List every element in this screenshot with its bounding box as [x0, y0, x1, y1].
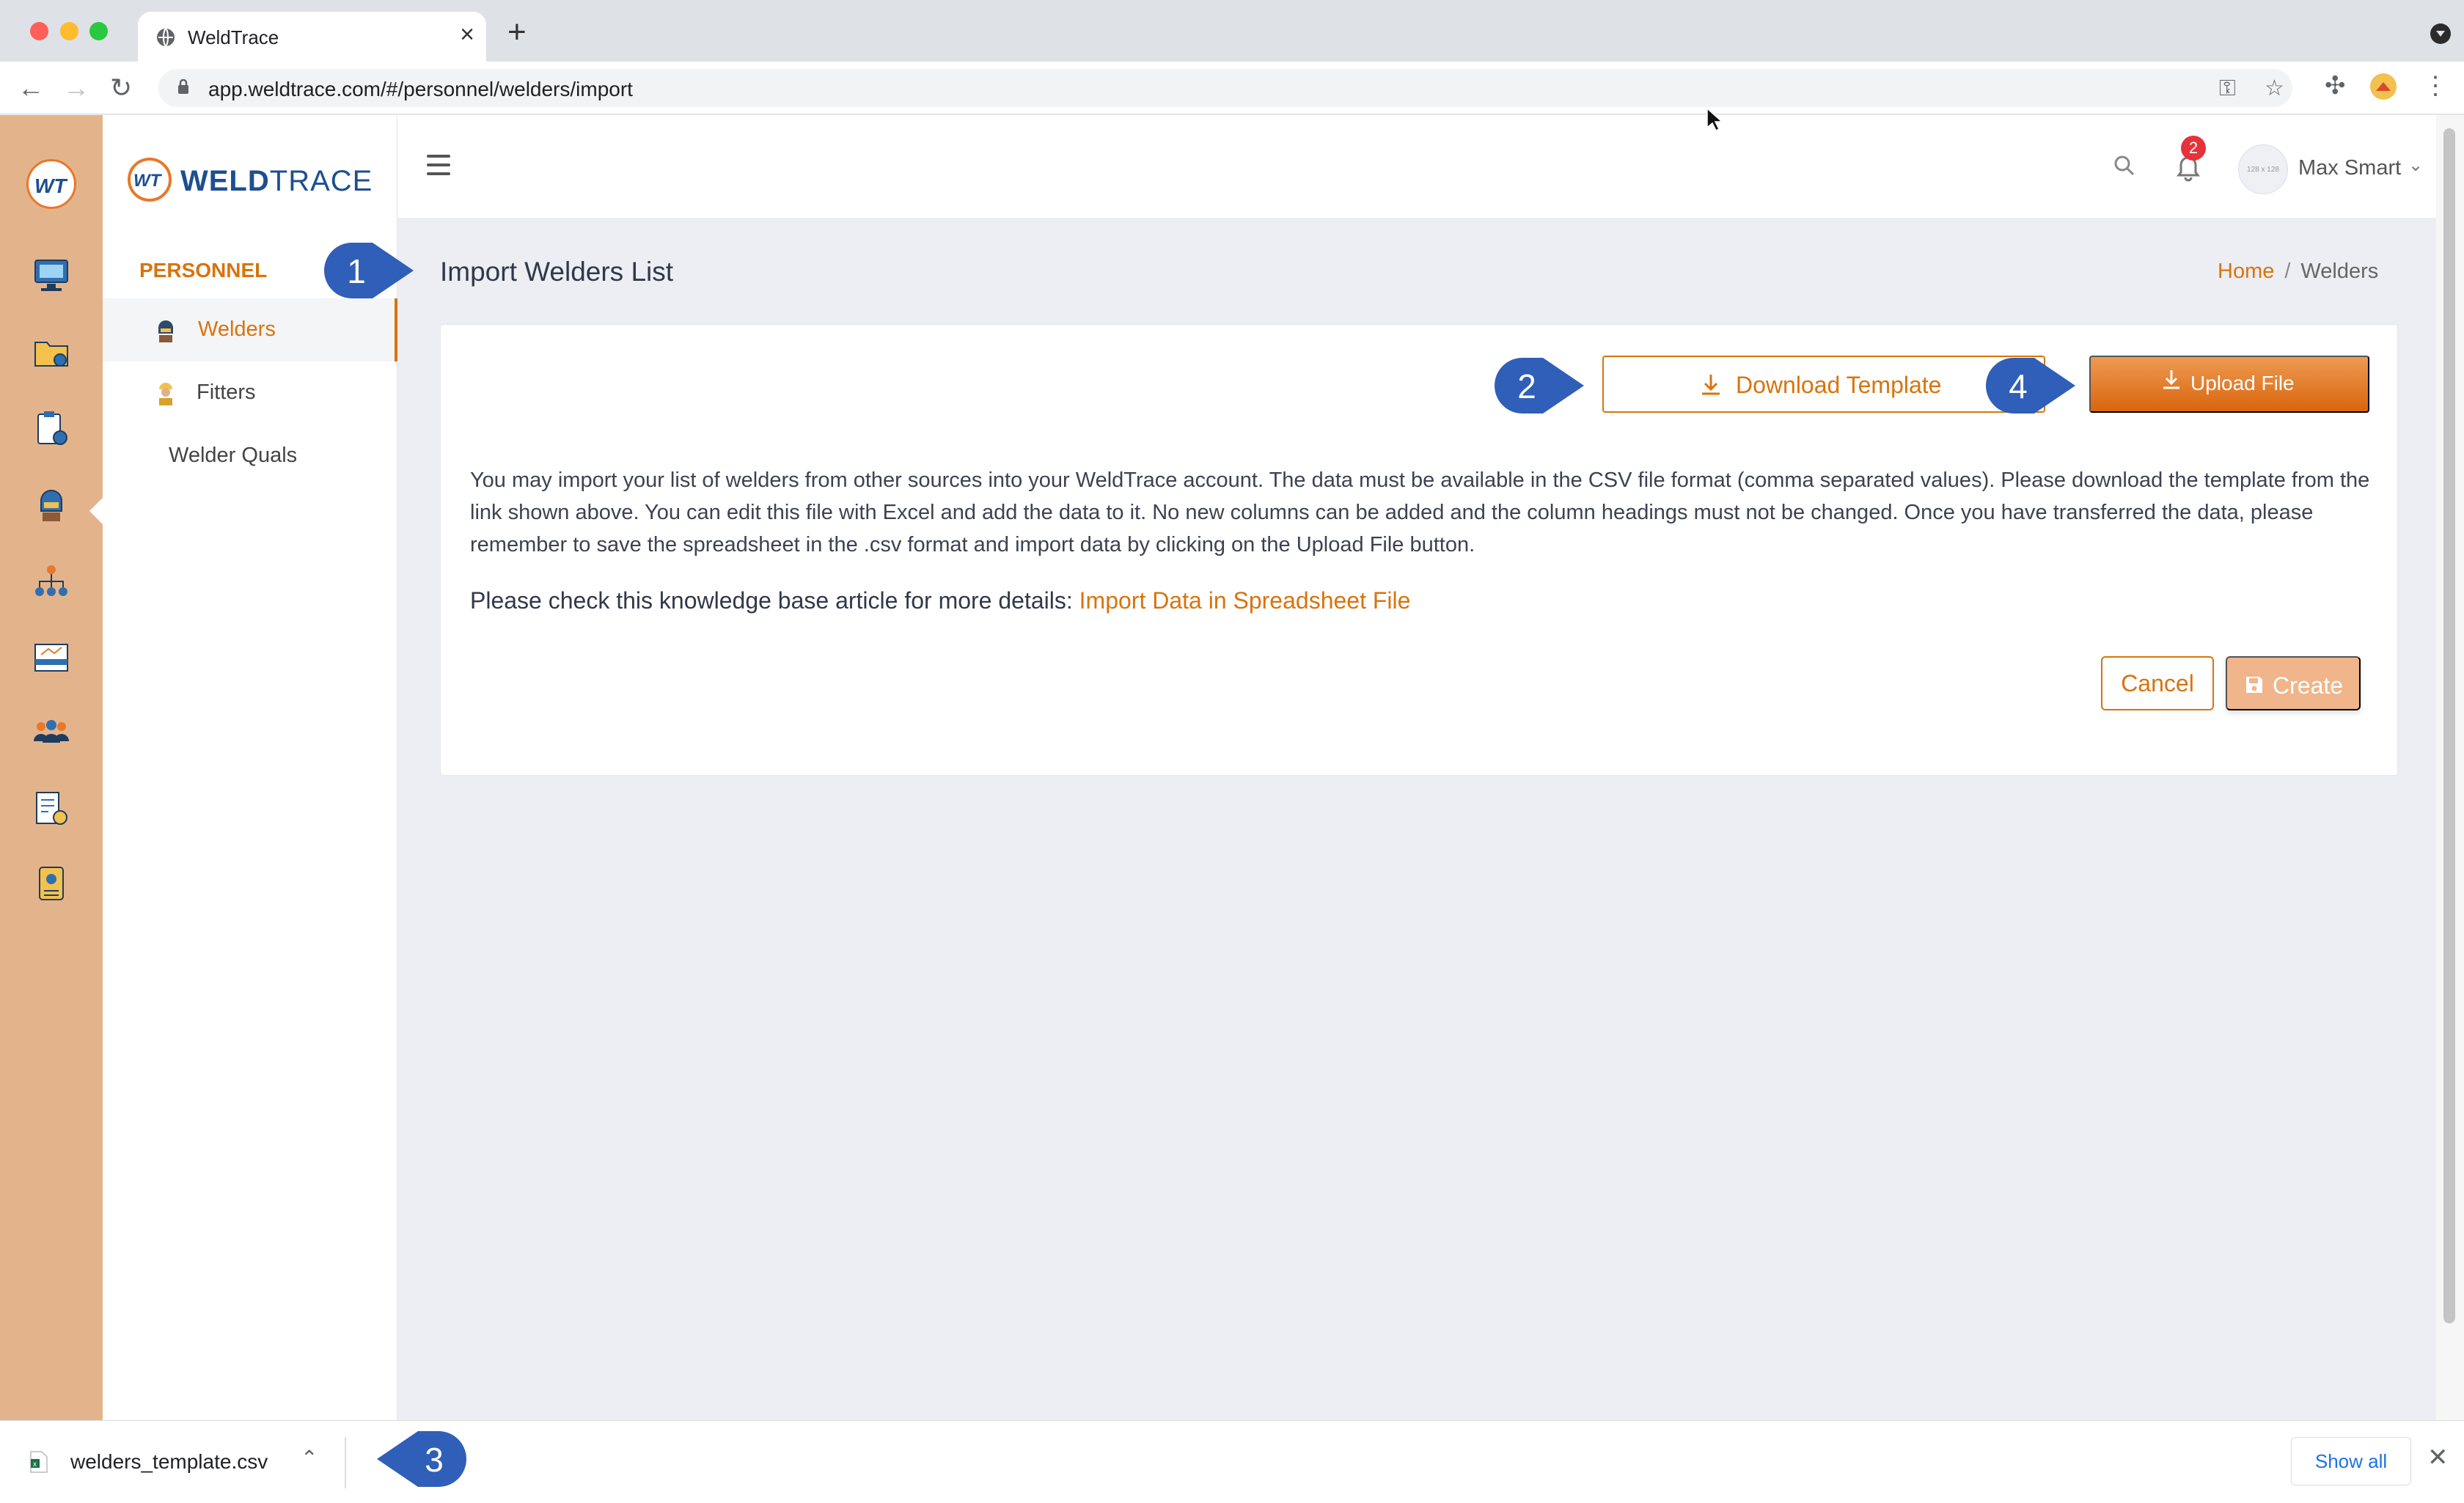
address-bar[interactable]: app.weldtrace.com/#/personnel/welders/im…	[158, 69, 2292, 107]
callout-1: 1	[323, 241, 418, 300]
callout-4: 4	[1984, 356, 2080, 415]
breadcrumb-separator: /	[2284, 260, 2291, 283]
sidebar-item-welder-quals[interactable]: Welder Quals	[103, 425, 397, 488]
excel-file-icon: x	[30, 1451, 48, 1473]
breadcrumb-home-link[interactable]: Home	[2218, 260, 2274, 283]
callout-number: 2	[1517, 367, 1536, 405]
url-text: app.weldtrace.com/#/personnel/welders/im…	[208, 78, 633, 100]
show-all-downloads-button[interactable]: Show all	[2291, 1437, 2411, 1485]
badge-id-icon[interactable]	[31, 863, 72, 904]
new-tab-button[interactable]: +	[507, 16, 527, 48]
upload-file-button[interactable]: Upload File	[2089, 356, 2369, 413]
create-button[interactable]: Create	[2226, 656, 2361, 710]
close-tab-icon[interactable]: ×	[460, 22, 474, 47]
extensions-puzzle-icon[interactable]: ✣	[2325, 73, 2346, 98]
monitor-dashboard-icon[interactable]	[31, 254, 72, 295]
downloads-bar: x welders_template.csv ⌃ Show all ✕	[0, 1420, 2464, 1503]
import-instructions: You may import your list of welders from…	[470, 468, 2370, 556]
org-chart-icon[interactable]	[31, 561, 72, 602]
mouse-cursor-icon	[1706, 107, 1723, 132]
upload-file-label: Upload File	[2190, 372, 2295, 394]
sidebar-item-welders[interactable]: Welders	[103, 298, 397, 361]
download-template-button[interactable]: Download Template	[1602, 356, 2045, 413]
star-icon[interactable]: ☆	[2265, 78, 2284, 100]
welder-icon	[158, 320, 173, 342]
scrollbar-thumb[interactable]	[2443, 128, 2455, 1323]
cancel-button[interactable]: Cancel	[2101, 656, 2214, 710]
download-icon	[2163, 370, 2179, 389]
top-header: 2 128 x 128 Max Smart ⌄	[397, 115, 2436, 218]
profile-avatar-icon[interactable]	[2369, 72, 2398, 101]
knowledge-base-note: Please check this knowledge base article…	[470, 587, 1410, 614]
svg-text:x: x	[33, 1460, 37, 1469]
lock-icon	[178, 79, 188, 94]
create-label: Create	[2273, 672, 2344, 699]
callout-3: 3	[373, 1430, 468, 1488]
browser-tab[interactable]: WeldTrace ×	[138, 12, 486, 62]
browser-menu-icon[interactable]: ⋮	[2423, 73, 2448, 98]
clipboard-gear-icon[interactable]	[31, 408, 72, 449]
window-minimize-button[interactable]	[60, 22, 78, 40]
sidebar-section-title: PERSONNEL	[139, 259, 268, 282]
team-people-icon[interactable]	[31, 712, 72, 753]
fitter-icon	[159, 383, 172, 405]
browser-toolbar: ← → ↻ app.weldtrace.com/#/personnel/weld…	[0, 62, 2464, 114]
callout-number: 1	[347, 252, 366, 290]
sidebar-item-fitters[interactable]: Fitters	[103, 361, 397, 425]
callout-2: 2	[1493, 356, 1588, 415]
callout-number: 3	[425, 1441, 444, 1479]
chevron-up-icon[interactable]: ⌃	[301, 1446, 318, 1470]
downloads-divider	[345, 1437, 346, 1488]
weldtrace-logo-icon[interactable]: WT	[26, 159, 76, 209]
brand-wordmark: WELDTRACE	[180, 165, 373, 197]
avatar[interactable]: 128 x 128	[2238, 144, 2288, 194]
welder-helmet-icon[interactable]	[31, 485, 72, 526]
folder-settings-icon[interactable]	[31, 332, 72, 373]
sidebar-item-label: Welder Quals	[169, 444, 298, 467]
notification-badge: 2	[2181, 136, 2206, 161]
import-card: Download Template Upload File You may im…	[440, 324, 2398, 776]
downloaded-file-name[interactable]: welders_template.csv	[70, 1450, 268, 1474]
download-icon	[1702, 375, 1720, 395]
breadcrumb: Home / Welders	[2218, 260, 2378, 284]
browser-tabstrip: WeldTrace × +	[0, 0, 2464, 62]
brand-mark-icon: WT	[128, 158, 172, 202]
hamburger-menu-icon[interactable]	[427, 155, 450, 175]
report-clock-icon[interactable]	[31, 788, 72, 829]
key-icon[interactable]: ⚿	[2219, 78, 2236, 100]
tab-title: WeldTrace	[188, 26, 279, 48]
sidebar-item-label: Fitters	[197, 381, 256, 404]
save-icon	[2246, 677, 2262, 693]
kb-prefix: Please check this knowledge base article…	[470, 587, 1079, 614]
weldtrace-brand-logo[interactable]: WT WELDTRACE	[128, 156, 372, 203]
back-arrow-icon[interactable]: ←	[18, 70, 44, 106]
window-close-button[interactable]	[30, 22, 48, 40]
forward-arrow-icon[interactable]: →	[63, 70, 89, 106]
page-scrollbar[interactable]	[2436, 115, 2464, 1420]
window-maximize-button[interactable]	[89, 22, 108, 40]
book-drawing-icon[interactable]	[31, 637, 72, 678]
app-rail: WT	[0, 115, 106, 1420]
sidebar-item-label: Welders	[198, 317, 276, 341]
secondary-sidebar: WT WELDTRACE PERSONNEL Welders Fitters W…	[103, 115, 397, 1420]
tab-search-button[interactable]	[2430, 23, 2451, 44]
reload-icon[interactable]: ↻	[110, 70, 132, 106]
search-icon[interactable]	[2112, 153, 2137, 178]
globe-icon	[157, 28, 175, 47]
breadcrumb-current: Welders	[2300, 260, 2379, 283]
callout-number: 4	[2009, 367, 2028, 405]
download-template-label: Download Template	[1736, 372, 1942, 398]
page-title: Import Welders List	[440, 257, 674, 287]
kb-article-link[interactable]: Import Data in Spreadsheet File	[1079, 587, 1411, 614]
user-name[interactable]: Max Smart	[2298, 156, 2401, 180]
chevron-down-icon[interactable]: ⌄	[2408, 155, 2423, 176]
close-downloads-icon[interactable]: ✕	[2427, 1443, 2449, 1472]
